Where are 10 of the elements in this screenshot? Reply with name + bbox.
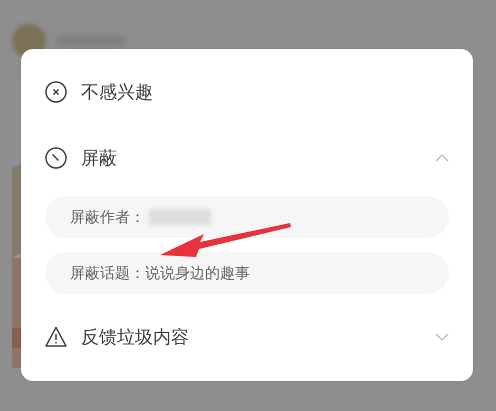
block-option[interactable]: 屏蔽作者： [45,196,449,238]
block-option[interactable]: 屏蔽话题：说说身边的趣事 [45,252,449,294]
menu-item[interactable]: 反馈垃圾内容 [45,314,449,360]
close-icon [45,81,67,103]
menu-item[interactable]: 屏蔽 [45,135,449,181]
block-icon [45,147,67,169]
menu-item[interactable]: 不感兴趣 [45,69,449,115]
chevron-icon[interactable] [435,154,449,162]
warning-icon [45,326,67,348]
chevron-icon[interactable] [435,333,449,341]
